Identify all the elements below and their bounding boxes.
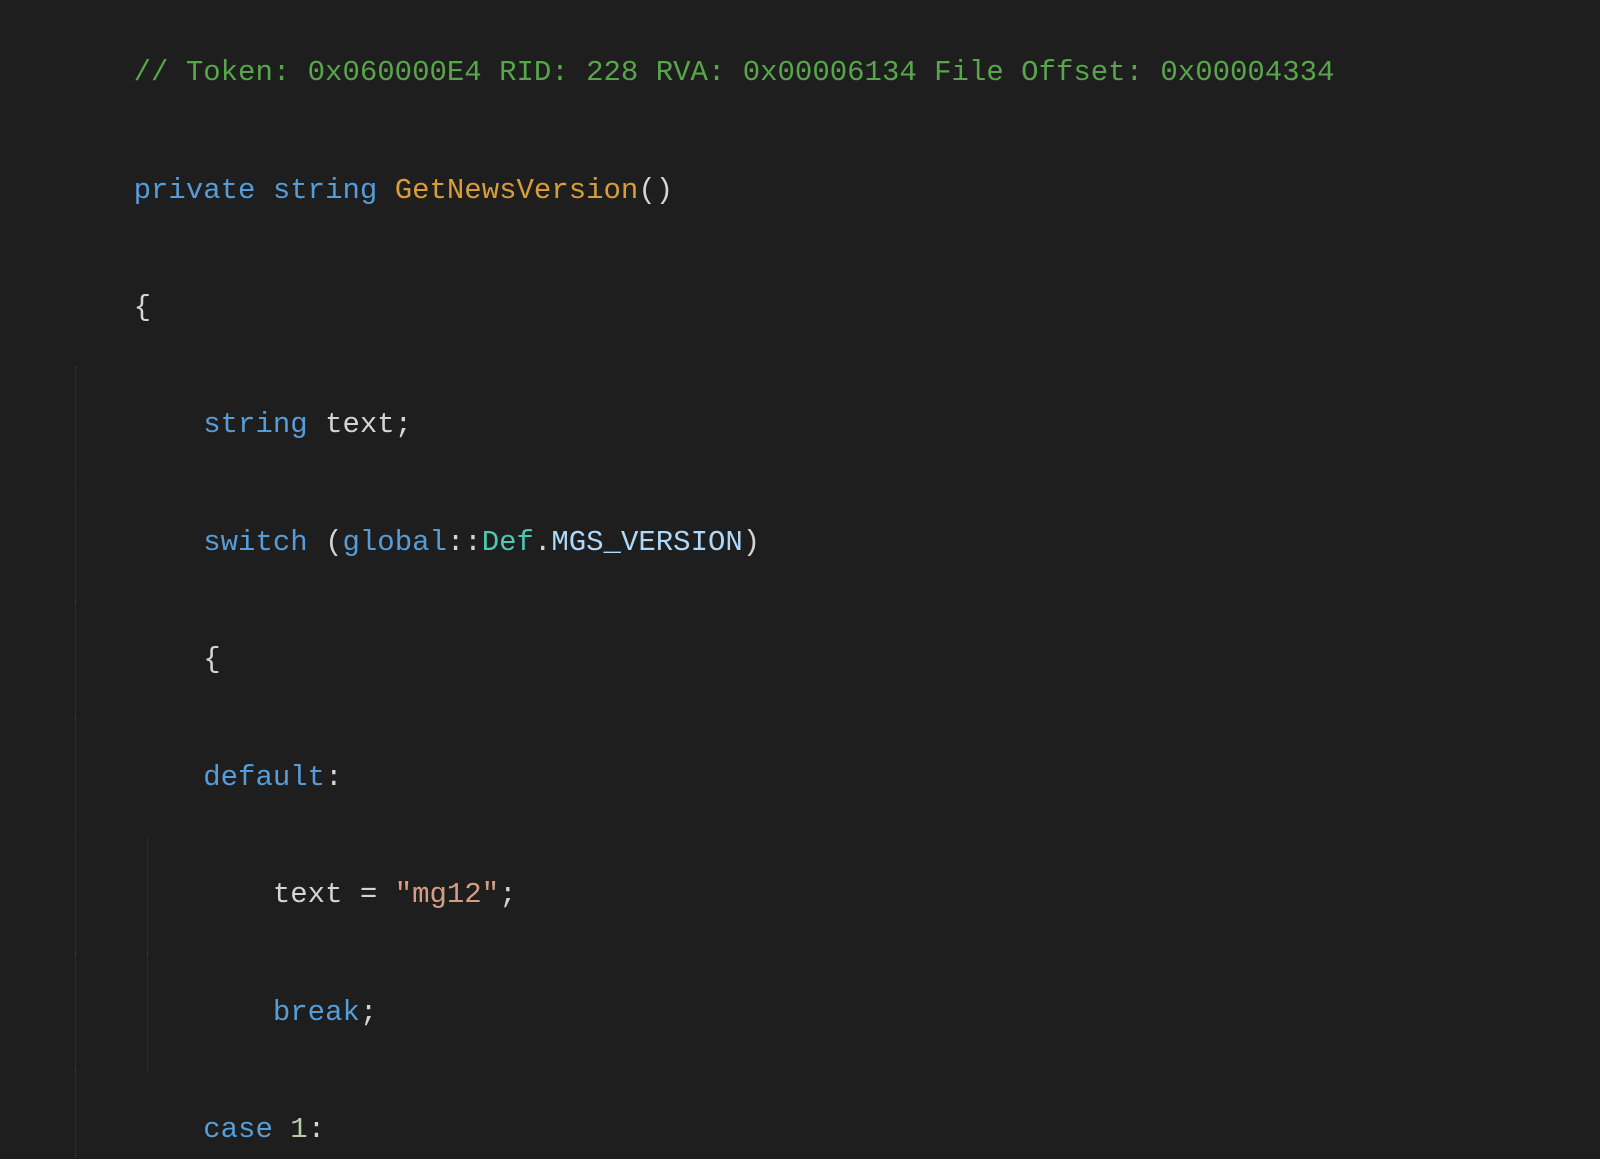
keyword-string: string bbox=[273, 174, 377, 207]
keyword-switch: switch bbox=[203, 526, 307, 559]
code-line: case 1: bbox=[0, 1071, 1600, 1159]
paren-open: ( bbox=[308, 526, 343, 559]
semicolon: ; bbox=[499, 878, 516, 911]
code-line: // Token: 0x060000E4 RID: 228 RVA: 0x000… bbox=[0, 14, 1600, 131]
code-line: private string GetNewsVersion() bbox=[0, 131, 1600, 248]
parens: () bbox=[638, 174, 673, 207]
method-name: GetNewsVersion bbox=[395, 174, 639, 207]
double-colon: :: bbox=[447, 526, 482, 559]
assign-text: text = bbox=[273, 878, 395, 911]
const-name: MGS_VERSION bbox=[551, 526, 742, 559]
number-literal: 1 bbox=[290, 1113, 307, 1146]
semicolon: ; bbox=[360, 996, 377, 1029]
brace-open: { bbox=[134, 291, 151, 324]
keyword-string: string bbox=[203, 408, 307, 441]
colon: : bbox=[325, 761, 342, 794]
dot: . bbox=[534, 526, 551, 559]
code-line: switch (global::Def.MGS_VERSION) bbox=[0, 484, 1600, 601]
keyword-private: private bbox=[134, 174, 256, 207]
code-line: break; bbox=[0, 953, 1600, 1070]
brace-open: { bbox=[203, 643, 220, 676]
code-line: text = "mg12"; bbox=[0, 836, 1600, 953]
class-name: Def bbox=[482, 526, 534, 559]
string-literal: "mg12" bbox=[395, 878, 499, 911]
code-line: { bbox=[0, 249, 1600, 366]
code-editor[interactable]: // Token: 0x060000E4 RID: 228 RVA: 0x000… bbox=[0, 0, 1600, 1159]
keyword-default: default bbox=[203, 761, 325, 794]
code-line: default: bbox=[0, 719, 1600, 836]
code-line: { bbox=[0, 601, 1600, 718]
keyword-case: case bbox=[203, 1113, 273, 1146]
code-line: string text; bbox=[0, 366, 1600, 483]
keyword-global: global bbox=[342, 526, 446, 559]
paren-close: ) bbox=[743, 526, 760, 559]
keyword-break: break bbox=[273, 996, 360, 1029]
comment-token: // Token: 0x060000E4 RID: 228 RVA: 0x000… bbox=[134, 56, 1335, 89]
variable-decl: text; bbox=[308, 408, 412, 441]
colon: : bbox=[308, 1113, 325, 1146]
